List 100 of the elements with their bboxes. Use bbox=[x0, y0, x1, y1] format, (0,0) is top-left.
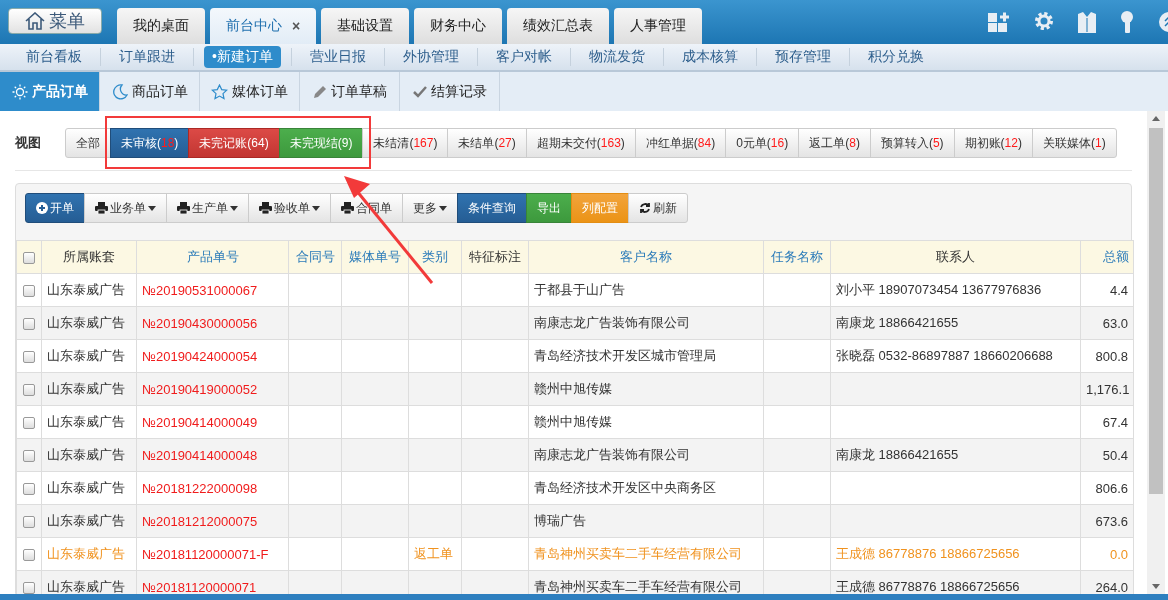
filter-button[interactable]: 未结清(167) bbox=[362, 128, 449, 158]
toolbar-button[interactable]: 验收单 bbox=[248, 193, 331, 223]
key-icon[interactable] bbox=[1120, 11, 1134, 33]
checkbox[interactable] bbox=[23, 516, 35, 529]
tab[interactable]: 我的桌面 bbox=[117, 8, 205, 44]
table-cell: 王成德 86778876 18866725656 bbox=[830, 537, 1081, 571]
table-cell bbox=[763, 504, 831, 538]
column-header[interactable]: 合同号 bbox=[288, 240, 342, 274]
subtab[interactable]: 媒体订单 bbox=[200, 72, 300, 111]
table-cell: 山东泰威广告 bbox=[41, 339, 137, 373]
tab[interactable]: 绩效汇总表 bbox=[507, 8, 610, 44]
nav-item[interactable]: 订单跟进 bbox=[111, 46, 183, 68]
toolbar-button[interactable]: 生产单 bbox=[166, 193, 249, 223]
checkbox[interactable] bbox=[23, 285, 35, 298]
table-cell: №20181212000075 bbox=[136, 504, 289, 538]
column-header[interactable]: 产品单号 bbox=[136, 240, 289, 274]
table-cell: 南康志龙广告装饰有限公司 bbox=[528, 438, 764, 472]
table-cell bbox=[763, 372, 831, 406]
table-cell bbox=[408, 504, 462, 538]
table-cell bbox=[461, 438, 529, 472]
grid-plus-icon[interactable] bbox=[988, 11, 1010, 33]
nav-item[interactable]: 物流发货 bbox=[580, 46, 653, 68]
table-cell bbox=[408, 306, 462, 340]
tab[interactable]: 财务中心 bbox=[414, 8, 503, 44]
checkbox[interactable] bbox=[23, 252, 35, 265]
table-cell: 673.6 bbox=[1080, 504, 1134, 538]
table-cell bbox=[341, 537, 409, 571]
table-cell: 南康龙 18866421655 bbox=[830, 438, 1081, 472]
checkbox[interactable] bbox=[23, 384, 35, 397]
column-header[interactable]: 类别 bbox=[408, 240, 462, 274]
close-icon[interactable]: × bbox=[292, 18, 301, 34]
shirt-icon[interactable] bbox=[1078, 11, 1096, 33]
filter-button[interactable]: 期初账(12) bbox=[953, 128, 1033, 158]
table-cell bbox=[408, 471, 462, 505]
table-cell: 山东泰威广告 bbox=[41, 306, 137, 340]
table-cell: 山东泰威广告 bbox=[41, 273, 137, 307]
subtab[interactable]: 订单草稿 bbox=[300, 72, 400, 111]
toolbar-button[interactable]: 条件查询 bbox=[457, 193, 527, 223]
table-cell: 青岛经济技术开发区城市管理局 bbox=[528, 339, 764, 373]
toolbar-button[interactable]: 业务单 bbox=[84, 193, 167, 223]
filter-button[interactable]: 超期未交付(163) bbox=[525, 128, 636, 158]
filter-button[interactable]: 返工单(8) bbox=[798, 128, 871, 158]
toolbar-button[interactable]: 开单 bbox=[25, 193, 85, 223]
printer-icon bbox=[259, 202, 272, 214]
toolbar-button[interactable]: 刷新 bbox=[628, 193, 688, 223]
checkbox[interactable] bbox=[23, 483, 35, 496]
nav-item[interactable]: 成本核算 bbox=[673, 46, 746, 68]
filter-button[interactable]: 冲红单据(84) bbox=[634, 128, 727, 158]
nav-item[interactable]: 前台看板 bbox=[18, 46, 90, 68]
tab[interactable]: 基础设置 bbox=[321, 8, 410, 44]
nav-item[interactable]: 积分兑换 bbox=[859, 46, 932, 68]
filter-button[interactable]: 预算转入(5) bbox=[869, 128, 955, 158]
star-icon bbox=[211, 83, 228, 100]
menu-button[interactable]: 菜单 bbox=[8, 8, 102, 34]
subtab[interactable]: 结算记录 bbox=[400, 72, 500, 111]
table-cell: 刘小平 18907073454 13677976836 bbox=[830, 273, 1081, 307]
table-cell bbox=[408, 438, 462, 472]
checkbox[interactable] bbox=[23, 582, 35, 595]
checkbox[interactable] bbox=[23, 549, 35, 562]
nav-item[interactable]: 营业日报 bbox=[301, 46, 374, 68]
filter-button[interactable]: 0元单(16) bbox=[725, 128, 800, 158]
subtab[interactable]: 商品订单 bbox=[100, 72, 200, 111]
caret-icon bbox=[439, 205, 447, 211]
filter-button[interactable]: 关联媒体(1) bbox=[1031, 128, 1117, 158]
nav-item[interactable]: 外协管理 bbox=[394, 46, 467, 68]
table-cell: №20181120000071-F bbox=[136, 537, 289, 571]
filter-button[interactable]: 未审核(18) bbox=[110, 128, 190, 158]
filter-button[interactable]: 未完记账(64) bbox=[188, 128, 280, 158]
printer-icon bbox=[95, 202, 108, 214]
column-header[interactable]: 任务名称 bbox=[763, 240, 831, 274]
check-icon bbox=[412, 85, 427, 98]
scrollbar[interactable] bbox=[1147, 111, 1165, 594]
settings-icon[interactable] bbox=[1034, 11, 1054, 31]
table-cell bbox=[763, 471, 831, 505]
nav-item[interactable]: 客户对帐 bbox=[487, 46, 560, 68]
nav-item[interactable]: •新建订单 bbox=[204, 46, 281, 68]
column-header[interactable]: 媒体单号 bbox=[341, 240, 409, 274]
table-cell: 4.4 bbox=[1080, 273, 1134, 307]
filter-button[interactable]: 未结单(27) bbox=[447, 128, 527, 158]
table-cell bbox=[408, 405, 462, 439]
table-cell bbox=[288, 537, 342, 571]
checkbox[interactable] bbox=[23, 417, 35, 430]
table-cell bbox=[763, 339, 831, 373]
checkbox[interactable] bbox=[23, 351, 35, 364]
checkbox[interactable] bbox=[23, 318, 35, 331]
toolbar-button[interactable]: 更多 bbox=[402, 193, 458, 223]
column-header[interactable]: 总额 bbox=[1080, 240, 1134, 274]
table-cell bbox=[461, 504, 529, 538]
table-cell bbox=[341, 438, 409, 472]
table-cell: 67.4 bbox=[1080, 405, 1134, 439]
table-cell bbox=[288, 405, 342, 439]
column-header[interactable]: 客户名称 bbox=[528, 240, 764, 274]
subtab[interactable]: 产品订单 bbox=[0, 72, 100, 111]
nav-item[interactable]: 预存管理 bbox=[766, 46, 839, 68]
tab[interactable]: 人事管理 bbox=[614, 8, 703, 44]
checkbox[interactable] bbox=[23, 450, 35, 463]
table-cell: 山东泰威广告 bbox=[41, 438, 137, 472]
filter-button[interactable]: 全部 bbox=[65, 128, 111, 158]
caret-icon bbox=[148, 205, 156, 211]
tab[interactable]: 前台中心 × bbox=[210, 8, 317, 44]
